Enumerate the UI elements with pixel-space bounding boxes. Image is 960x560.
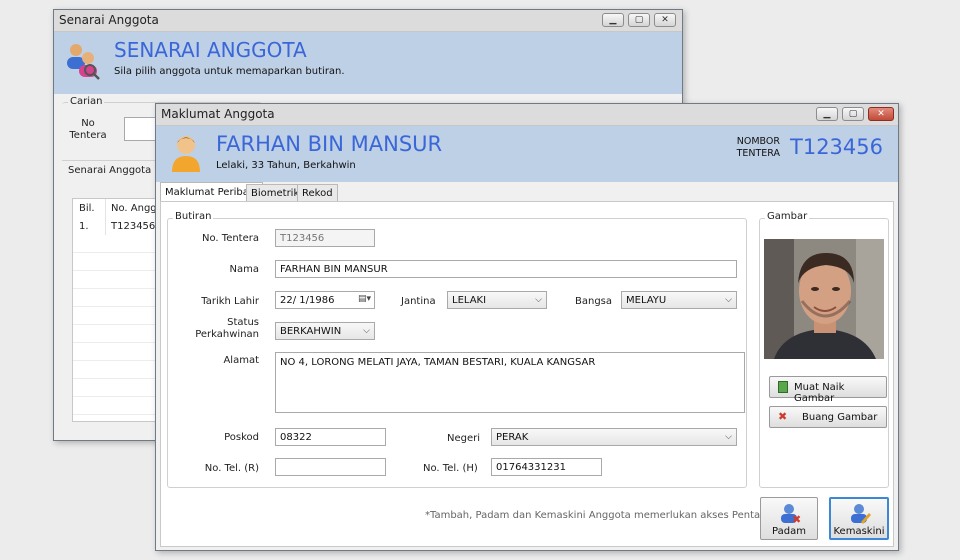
nama-label: Nama bbox=[229, 264, 259, 275]
senarai-legend: Senarai Anggota bbox=[68, 165, 152, 176]
member-name: FARHAN BIN MANSUR bbox=[216, 132, 443, 156]
maximize-button[interactable]: ▢ bbox=[628, 13, 650, 27]
members-table: Bil. No. Angg 1. T123456 bbox=[72, 198, 162, 422]
upload-photo-label: Muat Naik Gambar bbox=[794, 382, 845, 404]
update-label: Kemaskini bbox=[833, 526, 885, 537]
calendar-icon[interactable]: ▤▾ bbox=[358, 293, 371, 306]
member-header: FARHAN BIN MANSUR Lelaki, 33 Tahun, Berk… bbox=[156, 126, 898, 182]
svg-text:✖: ✖ bbox=[792, 513, 801, 524]
tab-panel: Butiran No. Tentera T123456 Nama FARHAN … bbox=[160, 201, 894, 547]
chevron-down-icon: ⌵ bbox=[535, 295, 542, 305]
status-select[interactable]: BERKAHWIN ⌵ bbox=[275, 322, 375, 340]
minimize-icon: ▁ bbox=[823, 109, 831, 119]
remove-icon: ✖ bbox=[778, 410, 788, 423]
negeri-select[interactable]: PERAK ⌵ bbox=[491, 428, 737, 446]
edit-user-icon bbox=[851, 504, 871, 524]
member-summary: Lelaki, 33 Tahun, Berkahwin bbox=[216, 160, 356, 171]
alamat-label: Alamat bbox=[223, 355, 259, 366]
remove-photo-button[interactable]: ✖ Buang Gambar bbox=[769, 406, 887, 428]
upload-icon bbox=[778, 381, 788, 393]
nombor-tentera-value: T123456 bbox=[790, 135, 883, 159]
maximize-icon: ▢ bbox=[848, 109, 858, 119]
close-icon: ✕ bbox=[877, 109, 885, 119]
close-button[interactable]: ✕ bbox=[868, 107, 894, 121]
maximize-button[interactable]: ▢ bbox=[842, 107, 864, 121]
titlebar: Maklumat Anggota ▁ ▢ ✕ bbox=[156, 104, 898, 126]
row-bil: 1. bbox=[79, 221, 89, 232]
window-title: Maklumat Anggota bbox=[161, 107, 275, 121]
col-no-anggota: No. Angg bbox=[111, 203, 157, 214]
no-tentera-label: No Tentera bbox=[69, 118, 107, 141]
tarikh-lahir-label: Tarikh Lahir bbox=[201, 296, 259, 307]
chevron-down-icon: ⌵ bbox=[725, 432, 732, 442]
jantina-label: Jantina bbox=[401, 296, 436, 307]
butiran-legend: Butiran bbox=[173, 211, 214, 222]
minimize-button[interactable]: ▁ bbox=[816, 107, 838, 121]
table-row[interactable]: 1. T123456 bbox=[73, 217, 163, 235]
row-no-anggota: T123456 bbox=[111, 221, 156, 232]
table-header: Bil. No. Angg bbox=[73, 199, 163, 217]
bangsa-label: Bangsa bbox=[575, 296, 613, 307]
poskod-label: Poskod bbox=[224, 432, 259, 443]
remove-photo-label: Buang Gambar bbox=[802, 412, 878, 423]
tarikh-lahir-value: 22/ 1/1986 bbox=[280, 295, 335, 306]
negeri-label: Negeri bbox=[447, 433, 481, 444]
negeri-value: PERAK bbox=[496, 432, 529, 443]
maklumat-anggota-window: Maklumat Anggota ▁ ▢ ✕ FARHAN BIN MANSUR… bbox=[155, 103, 899, 551]
col-bil: Bil. bbox=[79, 203, 95, 214]
delete-label: Padam bbox=[772, 526, 806, 537]
maximize-icon: ▢ bbox=[634, 15, 644, 25]
gambar-legend: Gambar bbox=[765, 211, 810, 222]
upload-photo-button[interactable]: Muat Naik Gambar bbox=[769, 376, 887, 404]
tel-h-field[interactable]: 01764331231 bbox=[491, 458, 602, 476]
window-title: Senarai Anggota bbox=[59, 13, 159, 27]
delete-button[interactable]: ✖ Padam bbox=[760, 497, 818, 540]
tab-biometrik[interactable]: Biometrik bbox=[246, 184, 305, 202]
poskod-field[interactable]: 08322 bbox=[275, 428, 386, 446]
tarikh-lahir-field[interactable]: 22/ 1/1986 ▤▾ bbox=[275, 291, 375, 309]
update-button[interactable]: Kemaskini bbox=[829, 497, 889, 540]
delete-user-icon: ✖ bbox=[781, 504, 801, 524]
page-header: SENARAI ANGGOTA Sila pilih anggota untuk… bbox=[54, 32, 682, 94]
grid-rows bbox=[73, 235, 161, 421]
page-subtitle: Sila pilih anggota untuk memaparkan buti… bbox=[114, 66, 345, 77]
tel-r-label: No. Tel. (R) bbox=[204, 463, 259, 474]
tel-h-label: No. Tel. (H) bbox=[423, 463, 478, 474]
jantina-select[interactable]: LELAKI ⌵ bbox=[447, 291, 547, 309]
tab-rekod[interactable]: Rekod bbox=[297, 184, 338, 202]
carian-legend: Carian bbox=[68, 96, 105, 107]
users-search-icon bbox=[67, 44, 100, 80]
page-title: SENARAI ANGGOTA bbox=[114, 38, 307, 62]
member-photo bbox=[764, 239, 884, 359]
chevron-down-icon: ⌵ bbox=[363, 326, 370, 336]
minimize-icon: ▁ bbox=[609, 15, 617, 25]
tel-r-field[interactable] bbox=[275, 458, 386, 476]
alamat-field[interactable]: NO 4, LORONG MELATI JAYA, TAMAN BESTARI,… bbox=[275, 352, 745, 413]
no-tentera-field[interactable]: T123456 bbox=[275, 229, 375, 247]
status-value: BERKAHWIN bbox=[280, 326, 342, 337]
close-icon: ✕ bbox=[661, 15, 669, 25]
titlebar: Senarai Anggota ▁ ▢ ✕ bbox=[54, 10, 682, 32]
status-label: Status Perkahwinan bbox=[195, 317, 259, 340]
jantina-value: LELAKI bbox=[452, 295, 487, 306]
user-avatar-icon bbox=[172, 136, 200, 172]
bangsa-value: MELAYU bbox=[626, 295, 667, 306]
admin-note: *Tambah, Padam dan Kemaskini Anggota mem… bbox=[425, 510, 780, 521]
no-tentera-label: No. Tentera bbox=[202, 233, 259, 244]
minimize-button[interactable]: ▁ bbox=[602, 13, 624, 27]
bangsa-select[interactable]: MELAYU ⌵ bbox=[621, 291, 737, 309]
close-button[interactable]: ✕ bbox=[654, 13, 676, 27]
chevron-down-icon: ⌵ bbox=[725, 295, 732, 305]
nama-field[interactable]: FARHAN BIN MANSUR bbox=[275, 260, 737, 278]
nombor-tentera-label: NOMBOR TENTERA bbox=[736, 136, 780, 159]
